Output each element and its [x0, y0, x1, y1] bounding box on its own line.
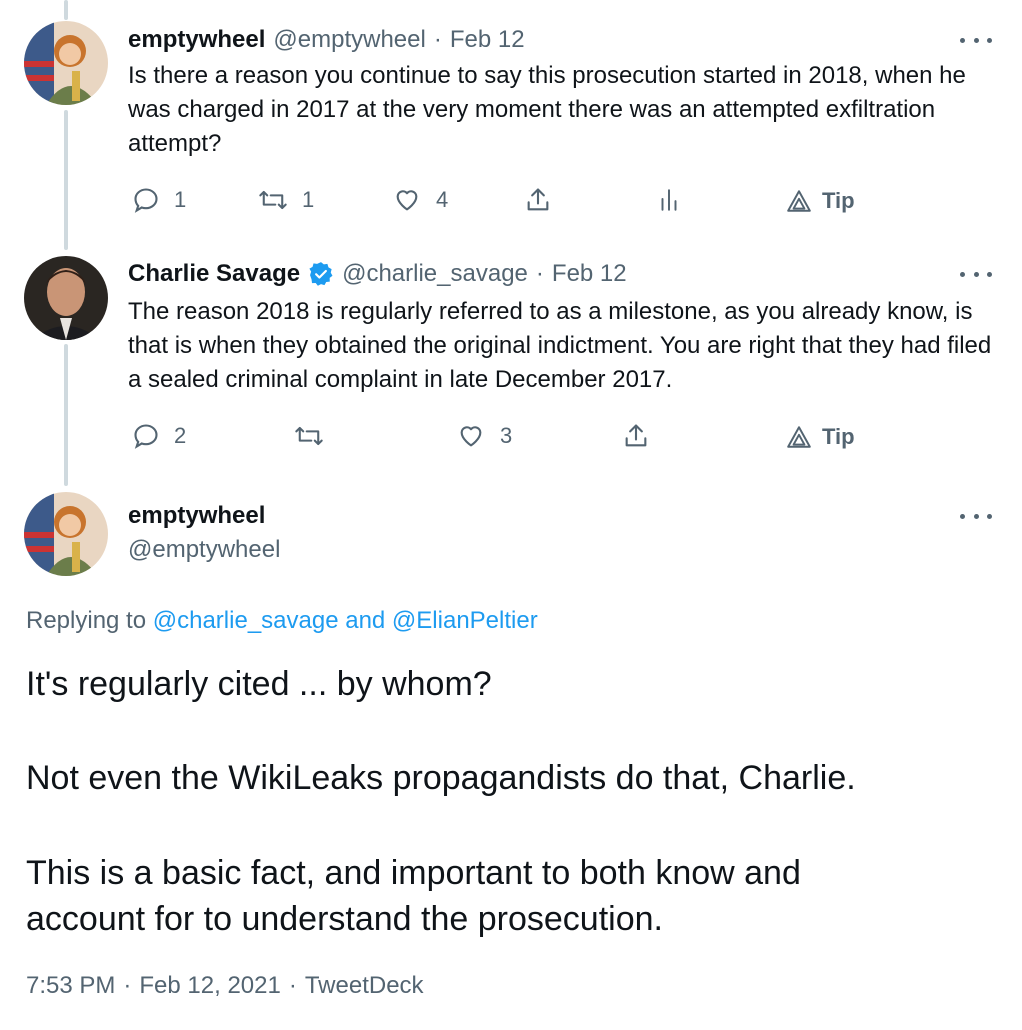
retweet-count: 1 [302, 187, 315, 212]
share-icon [625, 424, 647, 447]
user-handle[interactable]: @charlie_savage [342, 260, 528, 288]
replying-prefix: Replying to [26, 607, 147, 634]
tweet-header: emptywheel @emptywheel · Feb 12 [128, 24, 525, 56]
replying-to: Replying to @charlie_savage and @ElianPe… [26, 607, 538, 635]
separator: · [535, 260, 544, 287]
retweet-icon [295, 426, 323, 446]
tweet-paragraph: This is a basic fact, and important to b… [26, 854, 801, 938]
like-count: 4 [436, 187, 449, 212]
reply-icon [134, 188, 158, 213]
analytics-icon [661, 189, 677, 211]
like-count: 3 [500, 423, 513, 448]
share-button[interactable] [622, 422, 650, 450]
tweet-date[interactable]: Feb 12 [552, 260, 627, 288]
tip-label: Tip [822, 188, 855, 213]
user-handle[interactable]: @emptywheel [128, 536, 280, 564]
share-icon [527, 188, 549, 211]
more-dot-icon [960, 513, 965, 519]
avatar[interactable] [24, 492, 108, 576]
tweet-time[interactable]: 7:53 PM [26, 972, 115, 1000]
tweet-text: The reason 2018 is regularly referred to… [128, 298, 998, 393]
more-options-button[interactable] [960, 264, 992, 284]
display-name[interactable]: emptywheel [128, 502, 265, 530]
tweet-text: Is there a reason you continue to say th… [128, 62, 973, 157]
tip-label: Tip [822, 424, 855, 449]
thread-line-top [64, 0, 68, 20]
more-options-button[interactable] [960, 30, 992, 50]
reply-count: 2 [174, 423, 187, 448]
tweet-paragraph: It's regularly cited ... by whom? [26, 665, 492, 703]
tweet-paragraph: Not even the WikiLeaks propagandists do … [26, 759, 856, 797]
share-button[interactable] [524, 186, 552, 214]
reply-icon [134, 424, 158, 449]
separator: · [123, 972, 132, 999]
reply-button[interactable]: 2 [132, 422, 186, 450]
like-button[interactable]: 4 [392, 186, 448, 214]
display-name[interactable]: emptywheel [128, 26, 265, 54]
tip-button[interactable]: Tip [786, 188, 855, 214]
reply-button[interactable]: 1 [132, 186, 186, 214]
tweet-source[interactable]: TweetDeck [305, 972, 424, 1000]
separator: · [288, 972, 297, 999]
tweet-full-date[interactable]: Feb 12, 2021 [139, 972, 280, 1000]
verified-badge-icon [309, 262, 333, 286]
tip-icon [787, 190, 811, 212]
user-handle[interactable]: @emptywheel [273, 26, 425, 54]
heart-icon [396, 190, 418, 211]
reply-count: 1 [174, 187, 187, 212]
heart-icon [460, 426, 482, 447]
avatar[interactable] [24, 21, 108, 105]
tweet-header: Charlie Savage @charlie_savage · Feb 12 [128, 258, 627, 290]
retweet-button[interactable] [294, 422, 338, 450]
avatar-charlie-savage-image [24, 256, 108, 340]
retweet-button[interactable]: 1 [258, 186, 314, 214]
display-name[interactable]: Charlie Savage [128, 260, 300, 288]
separator: · [433, 26, 442, 53]
replying-to-users-link[interactable]: @charlie_savage and @ElianPeltier [153, 607, 538, 634]
thread-line-1 [64, 110, 68, 250]
tip-button[interactable]: Tip [786, 424, 855, 450]
avatar-emptywheel-image [24, 492, 108, 576]
thread-line-2 [64, 344, 68, 486]
like-button[interactable]: 3 [456, 422, 512, 450]
tip-icon [787, 426, 811, 448]
more-dot-icon [960, 271, 965, 277]
avatar[interactable] [24, 256, 108, 340]
avatar-emptywheel-image [24, 21, 108, 105]
analytics-button[interactable] [656, 186, 682, 214]
tweet-metadata: 7:53 PM · Feb 12, 2021 · TweetDeck [26, 972, 424, 1000]
tweet-date[interactable]: Feb 12 [450, 26, 525, 54]
more-options-button[interactable] [960, 506, 992, 526]
more-dot-icon [960, 37, 965, 43]
retweet-icon [259, 190, 287, 210]
